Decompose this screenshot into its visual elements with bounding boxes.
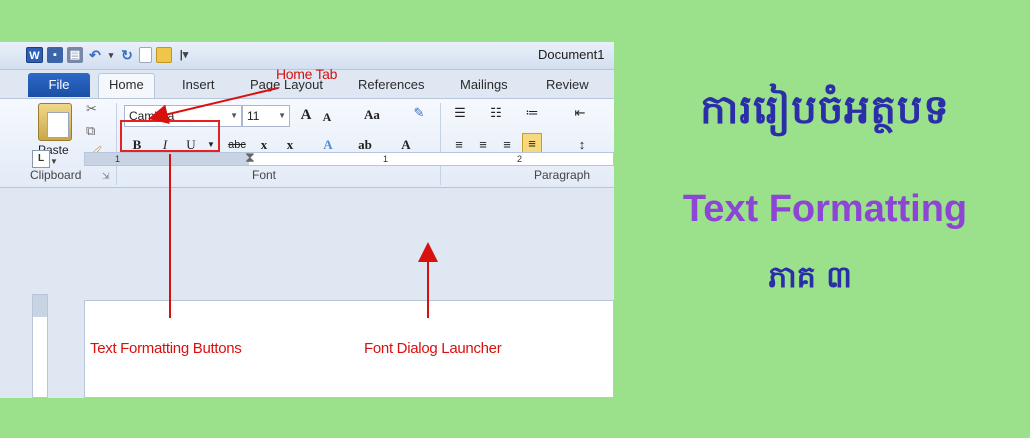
new-document-icon[interactable] <box>139 47 152 63</box>
multilevel-list-icon[interactable]: ≔ <box>522 103 542 123</box>
ruler-tick: 2 <box>517 154 523 164</box>
font-dialog-launcher-annotation: Font Dialog Launcher <box>364 340 502 357</box>
file-tab[interactable]: File <box>28 73 90 97</box>
chevron-down-icon: ▼ <box>230 111 238 120</box>
font-group-label: Font <box>252 168 277 182</box>
paste-icon[interactable] <box>38 103 72 141</box>
paste-dropdown-icon[interactable]: ▼ <box>50 157 58 166</box>
font-size-combo[interactable]: 11 ▼ <box>242 105 290 127</box>
ruler-tick: 1 <box>383 154 389 164</box>
clear-formatting-icon[interactable]: ✎ <box>410 103 428 123</box>
ruler-margin <box>85 153 249 165</box>
word-icon[interactable]: W <box>26 47 43 63</box>
change-case-button[interactable]: Aa <box>360 105 384 125</box>
ruler-tick: 1 <box>115 154 121 164</box>
tab-references[interactable]: References <box>358 77 424 92</box>
divider <box>116 103 117 185</box>
save-icon[interactable]: ▪ <box>47 47 63 63</box>
shrink-font-button[interactable]: A <box>320 107 334 127</box>
khmer-title: ការរៀបចំអត្ថបទ <box>700 87 950 133</box>
horizontal-ruler[interactable]: 1 ⧗ 1 2 <box>84 149 614 166</box>
tab-review[interactable]: Review <box>546 77 589 92</box>
font-size-value: 11 <box>247 109 260 123</box>
tab-insert[interactable]: Insert <box>182 77 215 92</box>
divider <box>440 103 441 185</box>
text-formatting-buttons-annotation: Text Formatting Buttons <box>90 340 242 357</box>
print-preview-icon[interactable]: ▤ <box>67 47 83 63</box>
ruler-margin <box>33 295 47 317</box>
redo-icon[interactable]: ↻ <box>119 47 135 63</box>
formatting-buttons-highlight <box>120 120 220 152</box>
vertical-ruler[interactable] <box>32 294 48 398</box>
quick-access-toolbar: W ▪ ▤ ↶ ▾ ↻ |▾ <box>26 47 192 63</box>
home-tab-annotation: Home Tab <box>276 66 338 82</box>
bullets-icon[interactable]: ☰ <box>450 103 470 123</box>
tab-mailings[interactable]: Mailings <box>460 77 508 92</box>
customize-icon[interactable]: |▾ <box>176 47 192 63</box>
indent-marker-icon[interactable]: ⧗ <box>245 149 255 166</box>
copy-icon[interactable]: ⧉ <box>86 123 95 139</box>
english-title: Text Formatting <box>682 188 968 230</box>
document-title: Document1 <box>538 47 605 62</box>
clipboard-group-label: Clipboard <box>30 168 82 182</box>
ribbon: Paste ▼ ✂ ⧉ 🖌 Clipboard ⇲ Cambria ▼ 11 ▼… <box>0 98 614 188</box>
cut-icon[interactable]: ✂ <box>86 101 97 117</box>
numbering-icon[interactable]: ☷ <box>486 103 506 123</box>
undo-icon[interactable]: ↶ <box>87 47 103 63</box>
grow-font-button[interactable]: A <box>298 105 314 125</box>
tab-selector[interactable]: L <box>32 150 50 168</box>
open-folder-icon[interactable] <box>156 47 172 63</box>
clipboard-launcher-icon[interactable]: ⇲ <box>102 171 110 182</box>
tab-home[interactable]: Home <box>98 73 155 98</box>
paragraph-group-label: Paragraph <box>534 168 591 182</box>
decrease-indent-icon[interactable]: ⇤ <box>570 103 590 123</box>
chevron-down-icon: ▼ <box>278 111 286 120</box>
khmer-part-label: ភាគ ៣ <box>768 260 852 295</box>
undo-dropdown-icon[interactable]: ▾ <box>107 47 115 63</box>
